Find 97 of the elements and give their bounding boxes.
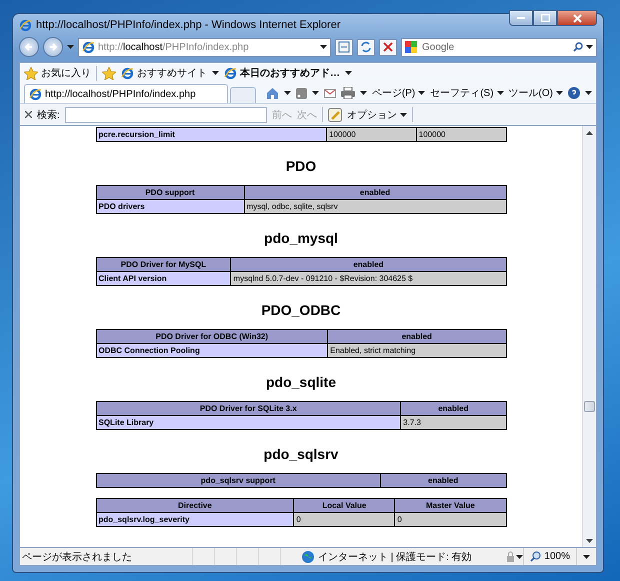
search-icon[interactable] [573,42,583,52]
caret-icon[interactable] [400,112,407,116]
command-menu[interactable]: ページ(P) [372,86,426,100]
caret-icon[interactable] [496,91,504,95]
column-header: enabled [328,330,506,344]
maximize-icon [540,14,550,22]
address-field[interactable]: http://localhost/PHPInfo/index.php [78,38,331,56]
globe-icon [302,550,314,562]
caret-icon[interactable] [320,45,327,49]
caret-icon[interactable] [516,554,524,558]
column-header: pdo_sqlsrv support [96,474,380,488]
search-box[interactable]: Google [401,38,597,56]
section-heading: PDO_ODBC [261,302,341,319]
forward-arrow-icon [48,42,58,52]
value-cell: mysqlnd 5.0.7-dev - 091210 - $Revision: 304625 $ [230,272,506,286]
minimize-button[interactable] [509,10,533,26]
value-cell: Enabled, strict matching [328,344,506,358]
caret-icon[interactable] [583,554,590,558]
column-header: PDO support [96,186,244,200]
row-label-cell: pcre.recursion_limit [96,128,327,142]
google-logo-icon [405,41,417,53]
row-label-cell: PDO drivers [96,200,244,214]
row-label-cell: Client API version [96,272,231,286]
feed-icon[interactable] [296,88,307,98]
caret-icon[interactable] [312,91,319,95]
caret-icon[interactable] [556,91,563,95]
column-header: PDO Driver for SQLite 3.x [96,402,401,416]
column-header: Master Value [394,498,506,512]
column-header: enabled [400,402,506,416]
column-header: enabled [230,258,506,272]
section-heading: pdo_sqlite [266,374,336,391]
find-label: 検索: [37,108,60,122]
scroll-down-icon[interactable] [586,538,593,542]
close-button[interactable] [557,10,597,26]
stop-icon [383,42,393,52]
row-label-cell: ODBC Connection Pooling [96,344,328,358]
status-text: ページが表示されました [21,550,133,564]
compatibility-button[interactable] [335,38,353,56]
value-cell: 100000 [326,128,416,142]
favorites-button[interactable]: お気に入り [24,66,91,80]
value-cell: 0 [294,512,395,526]
caret-icon[interactable] [212,71,219,75]
value-cell: mysql, odbc, sqlite, sqlsrv [244,200,506,214]
ie-logo-icon [19,18,32,32]
row-label-cell: SQLite Library [96,416,401,430]
print-icon[interactable] [340,87,355,99]
stop-button[interactable] [379,38,397,56]
close-icon[interactable] [25,111,32,118]
back-button[interactable] [19,37,39,57]
column-header: Local Value [294,498,395,512]
security-zone-text: インターネット | 保護モード: 有効 [318,550,472,564]
search-field[interactable]: Google [420,40,570,54]
row-label-cell: pdo_sqlsrv.log_severity [96,512,294,526]
find-field[interactable] [64,106,267,122]
column-header: enabled [380,474,506,488]
command-menu[interactable]: セーフティ(S) [430,86,504,100]
caret-icon[interactable] [585,91,592,95]
back-arrow-icon [24,42,34,52]
window-title: http://localhost/PHPInfo/index.php - Windows Internet Explorer [36,19,342,31]
refresh-button[interactable] [357,38,375,56]
favorites-link[interactable]: 本日のおすすめアド… [224,66,340,80]
caret-icon[interactable] [586,45,593,49]
options-menu[interactable]: オプション [346,108,407,122]
caret-icon[interactable] [284,91,291,95]
caret-icon[interactable] [67,45,74,49]
minimize-icon [517,16,525,20]
help-icon[interactable] [568,87,580,99]
value-cell: 100000 [416,128,506,142]
scrollbar[interactable] [582,126,596,547]
column-header: enabled [244,186,506,200]
scroll-up-icon[interactable] [586,130,593,134]
column-header: Directive [96,498,294,512]
refresh-icon [360,41,372,53]
zoom-icon [530,551,542,562]
zoom-button[interactable]: 100% [523,548,576,565]
value-cell: 3.7.3 [400,416,506,430]
home-icon[interactable] [266,87,279,99]
favorites-link[interactable]: おすすめサイト [121,66,207,80]
column-header: PDO Driver for ODBC (Win32) [96,330,328,344]
caret-icon[interactable] [418,91,426,95]
pencil-icon[interactable] [328,108,342,122]
caret-icon[interactable] [360,91,367,95]
column-header: PDO Driver for MySQL [96,258,231,272]
section-heading: pdo_sqlsrv [264,446,338,463]
maximize-button[interactable] [533,10,557,26]
mail-icon[interactable] [324,88,336,98]
section-heading: pdo_mysql [264,230,338,247]
command-menu[interactable]: ツール(O) [508,86,563,100]
browser-tab[interactable]: http://localhost/PHPInfo/index.php [24,84,228,103]
star-icon[interactable] [102,66,116,80]
close-icon [572,14,582,22]
scroll-thumb[interactable] [584,401,595,412]
value-cell: 0 [394,512,506,526]
forward-button[interactable] [43,37,63,57]
caret-icon[interactable] [345,71,352,75]
star-icon[interactable] [24,66,38,80]
section-heading: PDO [286,158,316,175]
